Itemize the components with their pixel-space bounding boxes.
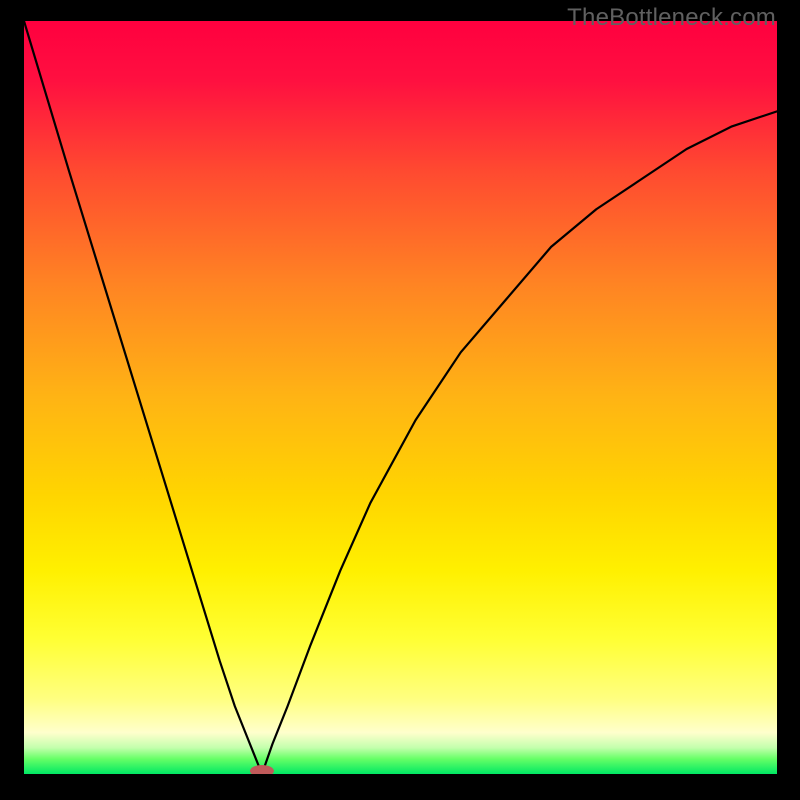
chart-frame: TheBottleneck.com — [0, 0, 800, 800]
gradient-background — [24, 21, 777, 774]
watermark-text: TheBottleneck.com — [567, 4, 776, 32]
chart-plot — [24, 21, 777, 774]
